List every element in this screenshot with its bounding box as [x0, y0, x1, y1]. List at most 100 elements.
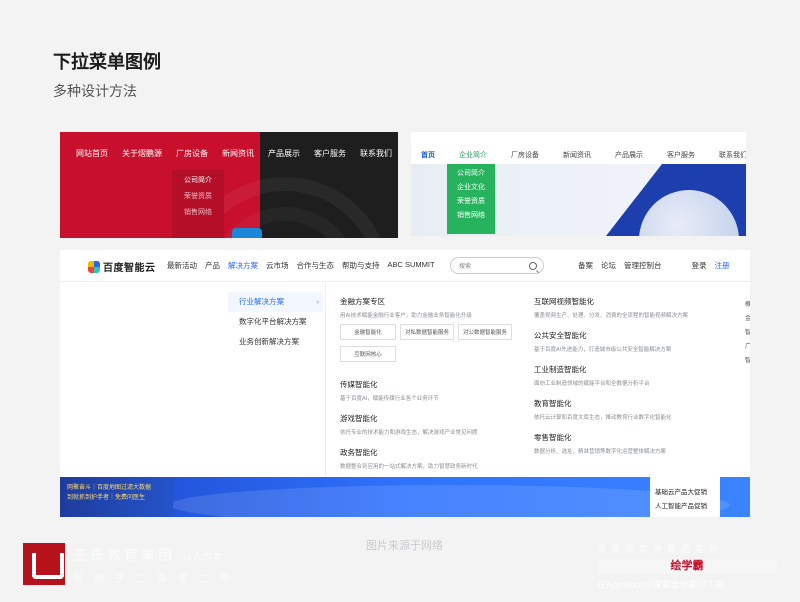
solution-title[interactable]: 游戏智能化 — [340, 413, 530, 424]
nav-item[interactable]: 厂房设备 — [176, 148, 208, 159]
dropdown-item[interactable]: 销售网络 — [457, 209, 485, 223]
solution-item[interactable]: 教育智能化 依托云计算和百度文库生态，推动教育行业数字化智能化 — [534, 398, 734, 421]
brand-name: 百度智能云 — [103, 263, 156, 274]
dropdown-item[interactable]: 公司简介 — [457, 167, 485, 181]
cut-off-text: 智 — [745, 330, 750, 336]
watermark-name: 王氏教育集团 — [73, 547, 175, 563]
example-green-dropdown: 首页 企业简介 厂房设备 新闻资讯 产品展示 客户服务 联系我们 公司简介 企业… — [411, 132, 746, 236]
dropdown-menu: 公司简介 企业文化 荣誉资质 销售网络 — [447, 164, 495, 234]
nav-item-active[interactable]: 企业简介 — [459, 150, 487, 160]
menu-item-active[interactable]: 解决方案 — [228, 260, 258, 271]
solution-title[interactable]: 公共安全智能化 — [534, 330, 734, 341]
solution-desc: 面向工业制造领域的赋能平台和全数据分析平台 — [534, 381, 650, 387]
solution-desc: 数据整合到应用的一站式解决方案，助力智慧政务新时代 — [340, 464, 478, 470]
solution-item[interactable]: 游戏智能化 依托专业的技术能力和游戏生态，解决游戏产业常见问题 — [340, 413, 530, 436]
cut-off-text: 智 — [745, 358, 750, 364]
dropdown-item[interactable]: 销售网络 — [184, 205, 212, 221]
link-record[interactable]: 备案 — [578, 260, 593, 271]
nav-item[interactable]: 客户服务 — [667, 150, 695, 160]
solution-column-1: 金融方案专区 用AI技术赋能金融行业客户，助力金融业务智能化升级 金融智能化 对… — [340, 296, 530, 481]
tag-button[interactable]: 对私数据智能服务 — [400, 324, 454, 340]
brand-logo[interactable]: 百度智能云 — [88, 259, 156, 274]
category-item[interactable]: 业务创新解决方案 — [228, 332, 323, 352]
solution-desc: 依托云计算和百度文库生态，推动教育行业数字化智能化 — [534, 415, 672, 421]
watermark-right: 百度搜索学霸君官网 绘学霸 在AppStore中搜索绘学霸可下载 — [597, 542, 782, 591]
solution-item[interactable]: 零售智能化 数据分析、选址、精准营销等数字化运营整体解决方案 — [534, 432, 734, 455]
nav-item[interactable]: 新闻资讯 — [563, 150, 591, 160]
solution-title[interactable]: 金融方案专区 — [340, 296, 530, 307]
solution-title[interactable]: 零售智能化 — [534, 432, 734, 443]
solution-desc: 覆盖视频生产、处理、分发、消费的全流程的智能视频解决方案 — [534, 313, 689, 319]
solution-title[interactable]: 互联网视频智能化 — [534, 296, 734, 307]
login-link[interactable]: 登录 — [692, 260, 707, 271]
watermark-tagline: 以人为本 — [183, 552, 224, 562]
solution-title[interactable]: 教育智能化 — [534, 398, 734, 409]
nav-item-active[interactable]: 关于熠鹏源 — [122, 148, 162, 159]
category-item[interactable]: 数字化平台解决方案 — [228, 312, 323, 332]
watermark-brand: 绘学霸 — [597, 559, 777, 574]
menu-item[interactable]: ABC SUMMIT — [388, 260, 435, 271]
link-console[interactable]: 管理控制台 — [624, 260, 662, 271]
dropdown-item[interactable]: 荣誉资质 — [184, 189, 212, 205]
solution-title[interactable]: 传媒智能化 — [340, 379, 530, 390]
menu-item[interactable]: 云市场 — [266, 260, 289, 271]
solution-item[interactable]: 政务智能化 数据整合到应用的一站式解决方案，助力智慧政务新时代 — [340, 447, 530, 470]
nav-item-home[interactable]: 首页 — [421, 150, 435, 160]
cut-off-column: 概 金 智 广 智 — [745, 298, 750, 368]
promo-link[interactable]: 人工智能产品促销 — [655, 500, 720, 514]
solution-item[interactable]: 金融方案专区 用AI技术赋能金融行业客户，助力金融业务智能化升级 金融智能化 对… — [340, 296, 530, 368]
watermark-line: 在AppStore中搜索绘学霸可下载 — [597, 580, 725, 590]
watermark-motto: 创始于二零零二年 — [73, 574, 241, 585]
nav-item[interactable]: 网站首页 — [76, 148, 108, 159]
tag-group: 金融智能化 对私数据智能服务 对公数据智能服务 互联网核心 — [340, 324, 530, 368]
nav-item[interactable]: 联系我们 — [360, 148, 392, 159]
cloud-logo-icon — [88, 260, 100, 273]
promo-card[interactable]: 网聚奋斗｜百度地图过滤大数据 到就抓到护手者｜免费问医生 — [60, 477, 173, 517]
solution-desc: 用AI技术赋能金融行业客户，助力金融业务智能化升级 — [340, 313, 472, 319]
dropdown-item[interactable]: 企业文化 — [457, 181, 485, 195]
main-menu: 最新活动 产品 解决方案 云市场 合作与生态 帮助与支持 ABC SUMMIT — [167, 260, 443, 271]
cut-off-text: 金 — [745, 316, 750, 322]
nav-item[interactable]: 联系我们 — [719, 150, 746, 160]
watermark-org: 王氏教育集团 以人为本 — [73, 545, 223, 565]
solution-item[interactable]: 互联网视频智能化 覆盖视频生产、处理、分发、消费的全流程的智能视频解决方案 — [534, 296, 734, 319]
solution-item[interactable]: 传媒智能化 基于百度AI，赋能传媒行业各个业务环节 — [340, 379, 530, 402]
solution-desc: 基于百度AI先进能力，打造城市级公共安全智能解决方案 — [534, 347, 672, 353]
nav-bar: 网站首页 关于熠鹏源 厂房设备 新闻资讯 产品展示 客户服务 联系我们 — [60, 132, 398, 174]
solution-title[interactable]: 工业制造智能化 — [534, 364, 734, 375]
dropdown-item[interactable]: 公司简介 — [184, 173, 212, 189]
tag-button[interactable]: 对公数据智能服务 — [458, 324, 512, 340]
promo-side-list: 基础云产品大促销 人工智能产品促销 — [650, 477, 720, 517]
solution-title[interactable]: 政务智能化 — [340, 447, 530, 458]
nav-item[interactable]: 产品展示 — [615, 150, 643, 160]
example-red-dropdown: 网站首页 关于熠鹏源 厂房设备 新闻资讯 产品展示 客户服务 联系我们 公司简介… — [60, 132, 398, 238]
category-item-active[interactable]: 行业解决方案 — [228, 292, 323, 312]
tag-button[interactable]: 金融智能化 — [340, 324, 396, 340]
link-forum[interactable]: 论坛 — [601, 260, 616, 271]
nav-item[interactable]: 产品展示 — [268, 148, 300, 159]
solution-item[interactable]: 公共安全智能化 基于百度AI先进能力，打造城市级公共安全智能解决方案 — [534, 330, 734, 353]
promo-banner[interactable]: 网聚奋斗｜百度地图过滤大数据 到就抓到护手者｜免费问医生 基础云产品大促销 人工… — [60, 477, 750, 517]
category-list: 行业解决方案 数字化平台解决方案 业务创新解决方案 — [228, 292, 323, 352]
divider — [325, 282, 326, 477]
nav-item[interactable]: 客户服务 — [314, 148, 346, 159]
cut-off-text: 概 — [745, 302, 750, 308]
menu-item[interactable]: 产品 — [205, 260, 220, 271]
solution-item[interactable]: 工业制造智能化 面向工业制造领域的赋能平台和全数据分析平台 — [534, 364, 734, 387]
promo-link[interactable]: 基础云产品大促销 — [655, 486, 720, 500]
menu-item[interactable]: 帮助与支持 — [342, 260, 380, 271]
image-credit: 图片来源于网络 — [366, 540, 443, 552]
nav-item[interactable]: 新闻资讯 — [222, 148, 254, 159]
menu-item[interactable]: 最新活动 — [167, 260, 197, 271]
search-box[interactable]: 搜索 — [450, 257, 544, 274]
cut-off-text: 广 — [745, 344, 750, 350]
register-link[interactable]: 注册 — [715, 260, 730, 271]
nav-item[interactable]: 厂房设备 — [511, 150, 539, 160]
search-icon[interactable] — [529, 261, 537, 270]
dropdown-menu: 公司简介 荣誉资质 销售网络 — [172, 170, 224, 238]
dropdown-item[interactable]: 荣誉资质 — [457, 195, 485, 209]
menu-item[interactable]: 合作与生态 — [297, 260, 335, 271]
page-subtitle: 多种设计方法 — [53, 83, 137, 99]
tag-button[interactable]: 互联网核心 — [340, 346, 396, 362]
search-placeholder: 搜索 — [459, 264, 472, 270]
